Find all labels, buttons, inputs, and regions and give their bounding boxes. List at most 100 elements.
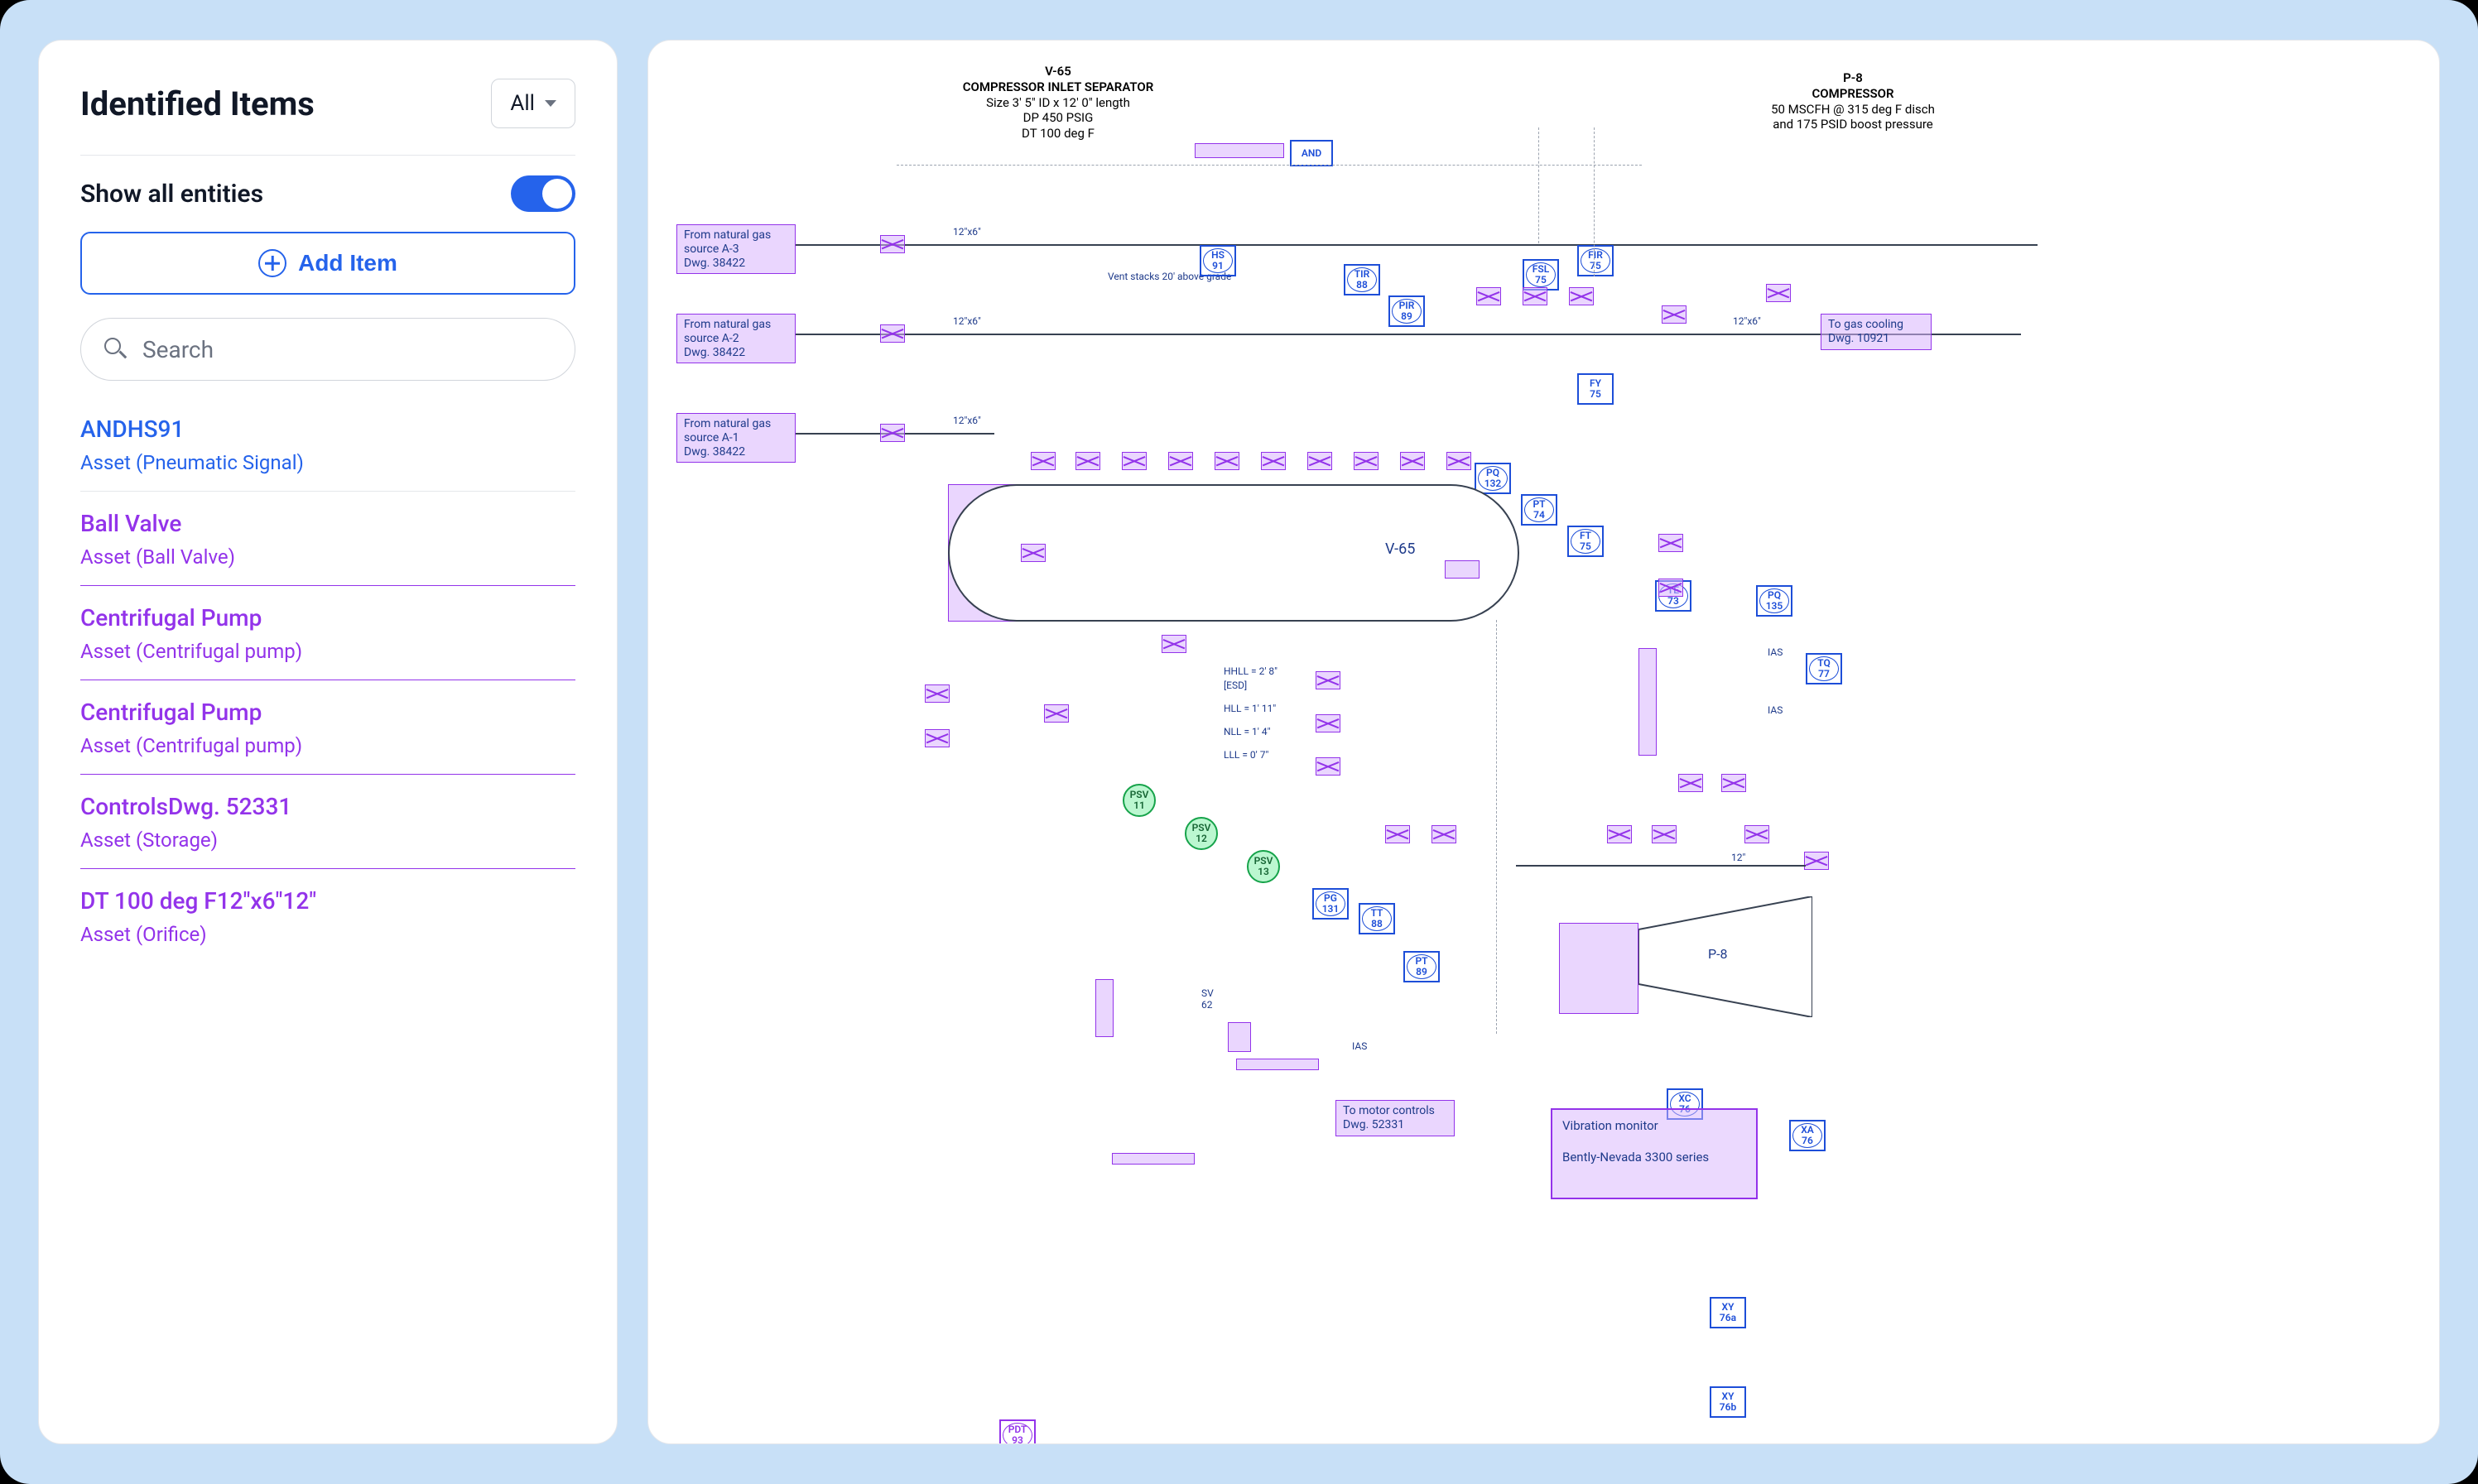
label: 12"x6"	[953, 415, 981, 426]
valve-icon[interactable]	[1316, 671, 1340, 689]
valve-icon[interactable]	[1569, 287, 1594, 305]
asset-marker[interactable]	[1445, 560, 1480, 579]
tag-xy76b[interactable]: XY76b	[1710, 1386, 1746, 1418]
valve-icon[interactable]	[1476, 287, 1501, 305]
app-stage: Identified Items All Show all entities A…	[0, 0, 2478, 1484]
asset-marker[interactable]	[1112, 1153, 1195, 1165]
item-sub: Asset (Centrifugal pump)	[80, 734, 575, 757]
valve-icon[interactable]	[1662, 305, 1686, 324]
valve-icon[interactable]	[1162, 635, 1186, 653]
list-item[interactable]: Centrifugal Pump Asset (Centrifugal pump…	[80, 680, 575, 775]
asset-marker[interactable]	[1095, 979, 1114, 1037]
tag-pdt93[interactable]: PDT93	[999, 1419, 1036, 1444]
tag-tir88[interactable]: TIR88	[1344, 264, 1380, 295]
tag-fir75[interactable]: FIR75	[1577, 245, 1614, 276]
tag-hs91[interactable]: HS91	[1200, 245, 1236, 276]
motor-controls[interactable]: To motor controls Dwg. 52331	[1335, 1100, 1455, 1136]
label: HHLL = 2' 8"	[1224, 665, 1277, 677]
tag-tt88[interactable]: TT88	[1359, 903, 1395, 934]
item-title: ControlsDwg. 52331	[80, 793, 575, 820]
tag-pq135[interactable]: PQ135	[1756, 585, 1792, 617]
tag-pir89[interactable]: PIR89	[1388, 295, 1425, 327]
source-a3[interactable]: From natural gas source A-3 Dwg. 38422	[676, 224, 796, 274]
tag-pt74[interactable]: PT74	[1521, 494, 1557, 526]
valve-icon[interactable]	[1307, 452, 1332, 470]
valve-icon[interactable]	[1261, 452, 1286, 470]
valve-icon[interactable]	[1215, 452, 1239, 470]
tag-psv12[interactable]: PSV12	[1185, 817, 1218, 850]
valve-icon[interactable]	[1431, 825, 1456, 843]
signal-line	[1496, 620, 1497, 1034]
list-item[interactable]: ANDHS91 Asset (Pneumatic Signal)	[80, 397, 575, 492]
valve-icon[interactable]	[925, 729, 950, 747]
tag-pq132[interactable]: PQ132	[1475, 463, 1511, 494]
item-sub: Asset (Orifice)	[80, 923, 575, 946]
valve-icon[interactable]	[1385, 825, 1410, 843]
valve-icon[interactable]	[1168, 452, 1193, 470]
valve-icon[interactable]	[880, 235, 905, 253]
valve-icon[interactable]	[1031, 452, 1056, 470]
show-entities-toggle[interactable]	[511, 175, 575, 212]
valve-icon[interactable]	[1316, 757, 1340, 776]
valve-icon[interactable]	[1804, 852, 1829, 870]
valve-icon[interactable]	[1721, 774, 1746, 792]
item-sub: Asset (Storage)	[80, 828, 575, 852]
tag-psv13[interactable]: PSV13	[1247, 850, 1280, 883]
panel-title: Identified Items	[80, 84, 315, 123]
asset-marker[interactable]	[1638, 648, 1657, 756]
asset-marker[interactable]	[1236, 1059, 1319, 1070]
tag-fy75[interactable]: FY75	[1577, 373, 1614, 405]
valve-icon[interactable]	[1122, 452, 1147, 470]
tag-fsl75[interactable]: FSL75	[1523, 259, 1559, 291]
vibration-monitor[interactable]: Vibration monitor Bently-Nevada 3300 ser…	[1551, 1108, 1758, 1199]
tag-tq77[interactable]: TQ77	[1806, 653, 1842, 684]
motor-highlight[interactable]	[1559, 923, 1638, 1014]
label: 12"x6"	[1733, 315, 1761, 327]
item-title: Centrifugal Pump	[80, 699, 575, 726]
valve-icon[interactable]	[1075, 452, 1100, 470]
asset-marker[interactable]	[1228, 1022, 1251, 1052]
valve-icon[interactable]	[1044, 704, 1069, 723]
item-sub: Asset (Ball Valve)	[80, 545, 575, 569]
list-item[interactable]: Ball Valve Asset (Ball Valve)	[80, 492, 575, 586]
tag-psv11[interactable]: PSV11	[1123, 784, 1156, 817]
tag-pg131[interactable]: PG131	[1312, 888, 1349, 920]
source-a1[interactable]: From natural gas source A-1 Dwg. 38422	[676, 413, 796, 463]
identified-items-panel: Identified Items All Show all entities A…	[38, 40, 618, 1444]
valve-icon[interactable]	[1652, 825, 1677, 843]
tag-ft75[interactable]: FT75	[1567, 526, 1604, 557]
search-input[interactable]: Search	[80, 318, 575, 381]
valve-icon[interactable]	[1766, 284, 1791, 302]
valve-icon[interactable]	[1658, 579, 1683, 597]
valve-icon[interactable]	[1658, 534, 1683, 552]
label: 12"	[1731, 852, 1745, 863]
add-item-button[interactable]: Add Item	[80, 232, 575, 295]
valve-icon[interactable]	[1316, 714, 1340, 732]
valve-icon[interactable]	[1744, 825, 1769, 843]
list-item[interactable]: Centrifugal Pump Asset (Centrifugal pump…	[80, 586, 575, 680]
valve-icon[interactable]	[880, 424, 905, 442]
gas-cooling[interactable]: To gas cooling Dwg. 10921	[1821, 314, 1932, 350]
valve-icon[interactable]	[1678, 774, 1703, 792]
tag-and[interactable]: AND	[1290, 140, 1333, 166]
tag-xy76a[interactable]: XY76a	[1710, 1297, 1746, 1328]
compressor-label: P-8	[1708, 946, 1728, 962]
label: LLL = 0' 7"	[1224, 749, 1268, 761]
valve-icon[interactable]	[1446, 452, 1471, 470]
valve-icon[interactable]	[1607, 825, 1632, 843]
valve-icon[interactable]	[1523, 287, 1547, 305]
asset-marker[interactable]	[1195, 143, 1284, 158]
valve-icon[interactable]	[925, 684, 950, 703]
ias-label: IAS	[1768, 646, 1783, 658]
pid-diagram[interactable]: V-65 COMPRESSOR INLET SEPARATOR Size 3' …	[647, 40, 2440, 1444]
valve-icon[interactable]	[1021, 544, 1046, 562]
valve-icon[interactable]	[880, 324, 905, 343]
filter-select[interactable]: All	[491, 79, 575, 128]
source-a2[interactable]: From natural gas source A-2 Dwg. 38422	[676, 314, 796, 363]
tag-pt89[interactable]: PT89	[1403, 951, 1440, 982]
list-item[interactable]: DT 100 deg F12"x6"12" Asset (Orifice)	[80, 869, 575, 963]
valve-icon[interactable]	[1354, 452, 1379, 470]
valve-icon[interactable]	[1400, 452, 1425, 470]
list-item[interactable]: ControlsDwg. 52331 Asset (Storage)	[80, 775, 575, 869]
tag-xa76[interactable]: XA76	[1789, 1120, 1826, 1151]
